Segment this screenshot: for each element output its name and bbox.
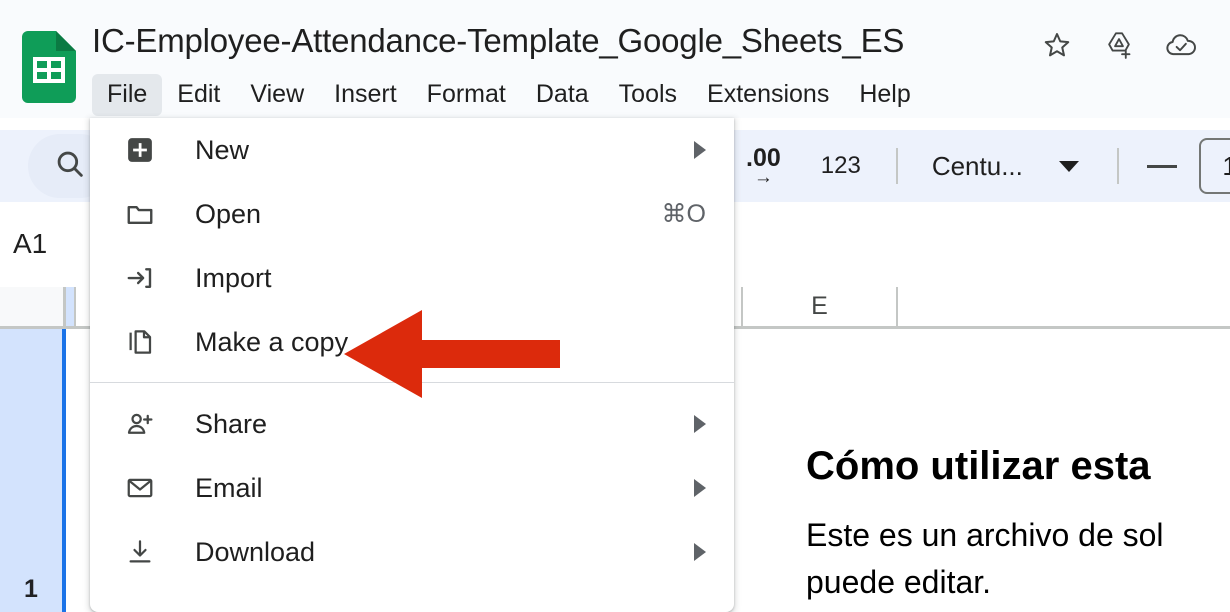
menu-item-extensions[interactable]: Extensions bbox=[692, 74, 844, 116]
toolbar-divider-2 bbox=[1116, 148, 1119, 184]
menu-option-open[interactable]: Open ⌘O bbox=[90, 182, 734, 246]
search-icon bbox=[53, 147, 87, 186]
column-header-c-partial[interactable] bbox=[66, 287, 76, 329]
submenu-arrow-icon bbox=[694, 141, 706, 159]
move-to-folder-icon[interactable] bbox=[1102, 28, 1136, 62]
menu-item-format[interactable]: Format bbox=[412, 74, 521, 116]
font-family-label: Centu... bbox=[931, 150, 1023, 181]
page-title[interactable]: IC-Employee-Attendance-Template_Google_S… bbox=[92, 18, 904, 63]
cell-text-title[interactable]: Cómo utilizar esta bbox=[806, 442, 1151, 490]
name-box[interactable]: A1 bbox=[0, 202, 92, 286]
menu-item-data[interactable]: Data bbox=[521, 74, 604, 116]
toolbar-right-group: .00 → 123 Centu... 10 bbox=[733, 130, 1230, 202]
menu-bar: File Edit View Insert Format Data Tools … bbox=[92, 74, 926, 116]
file-dropdown-menu: New Open ⌘O Import Make a copy Share Ema… bbox=[90, 118, 734, 612]
select-all-corner[interactable] bbox=[0, 287, 66, 329]
chevron-down-icon bbox=[1058, 160, 1079, 172]
submenu-arrow-icon bbox=[694, 415, 706, 433]
column-header-f[interactable] bbox=[898, 287, 1230, 329]
download-icon bbox=[120, 532, 160, 572]
minus-icon bbox=[1146, 164, 1177, 168]
google-sheets-window: IC-Employee-Attendance-Template_Google_S… bbox=[0, 0, 1230, 612]
copy-document-icon bbox=[120, 322, 160, 362]
decrease-decimal-button[interactable]: .00 → bbox=[733, 143, 794, 189]
menu-option-new-label: New bbox=[195, 135, 250, 165]
row-headers: 1 bbox=[0, 329, 66, 612]
menu-option-import[interactable]: Import bbox=[90, 246, 734, 310]
sheets-logo-icon[interactable] bbox=[22, 31, 76, 103]
menu-item-view[interactable]: View bbox=[235, 74, 319, 116]
menu-option-make-a-copy[interactable]: Make a copy bbox=[90, 310, 734, 374]
menu-option-make-a-copy-label: Make a copy bbox=[195, 327, 349, 357]
menu-option-open-shortcut: ⌘O bbox=[661, 200, 706, 228]
menu-option-email[interactable]: Email bbox=[90, 456, 734, 520]
star-icon[interactable] bbox=[1040, 28, 1074, 62]
menu-option-open-label: Open bbox=[195, 199, 262, 229]
cloud-saved-icon[interactable] bbox=[1164, 28, 1198, 62]
title-action-icons bbox=[1040, 28, 1198, 62]
decrease-font-size-button[interactable] bbox=[1131, 143, 1193, 189]
row-header-1[interactable]: 1 bbox=[0, 329, 66, 612]
menu-item-edit[interactable]: Edit bbox=[162, 74, 235, 116]
menu-option-email-label: Email bbox=[195, 473, 263, 503]
document-header: IC-Employee-Attendance-Template_Google_S… bbox=[0, 0, 1230, 118]
menu-option-download[interactable]: Download bbox=[90, 520, 734, 584]
cell-text-line1[interactable]: Este es un archivo de sol puede editar. bbox=[806, 512, 1164, 606]
menu-option-new[interactable]: New bbox=[90, 118, 734, 182]
import-arrow-icon bbox=[120, 258, 160, 298]
font-size-input[interactable]: 10 bbox=[1198, 138, 1230, 194]
cell-text-line1a: Este es un archivo de sol bbox=[806, 517, 1164, 553]
cell-text-line1b: puede editar. bbox=[806, 564, 992, 600]
toolbar-divider bbox=[895, 148, 898, 184]
new-document-icon bbox=[120, 130, 160, 170]
envelope-icon bbox=[120, 468, 160, 508]
submenu-arrow-icon bbox=[694, 543, 706, 561]
menu-option-share-label: Share bbox=[195, 409, 268, 439]
more-formats-button[interactable]: 123 bbox=[808, 143, 874, 189]
menu-option-share[interactable]: Share bbox=[90, 392, 734, 456]
menu-item-file[interactable]: File bbox=[92, 74, 163, 116]
right-arrow-icon: → bbox=[753, 166, 773, 188]
menu-item-help[interactable]: Help bbox=[844, 74, 925, 116]
submenu-arrow-icon bbox=[694, 479, 706, 497]
column-header-e[interactable]: E bbox=[743, 287, 898, 329]
menu-item-insert[interactable]: Insert bbox=[319, 74, 412, 116]
folder-icon bbox=[120, 194, 160, 234]
menu-option-import-label: Import bbox=[195, 263, 272, 293]
menu-item-tools[interactable]: Tools bbox=[604, 74, 692, 116]
menu-divider bbox=[90, 382, 734, 383]
person-add-icon bbox=[120, 404, 160, 444]
menu-option-download-label: Download bbox=[195, 537, 316, 567]
font-family-selector[interactable]: Centu... bbox=[910, 143, 1079, 189]
